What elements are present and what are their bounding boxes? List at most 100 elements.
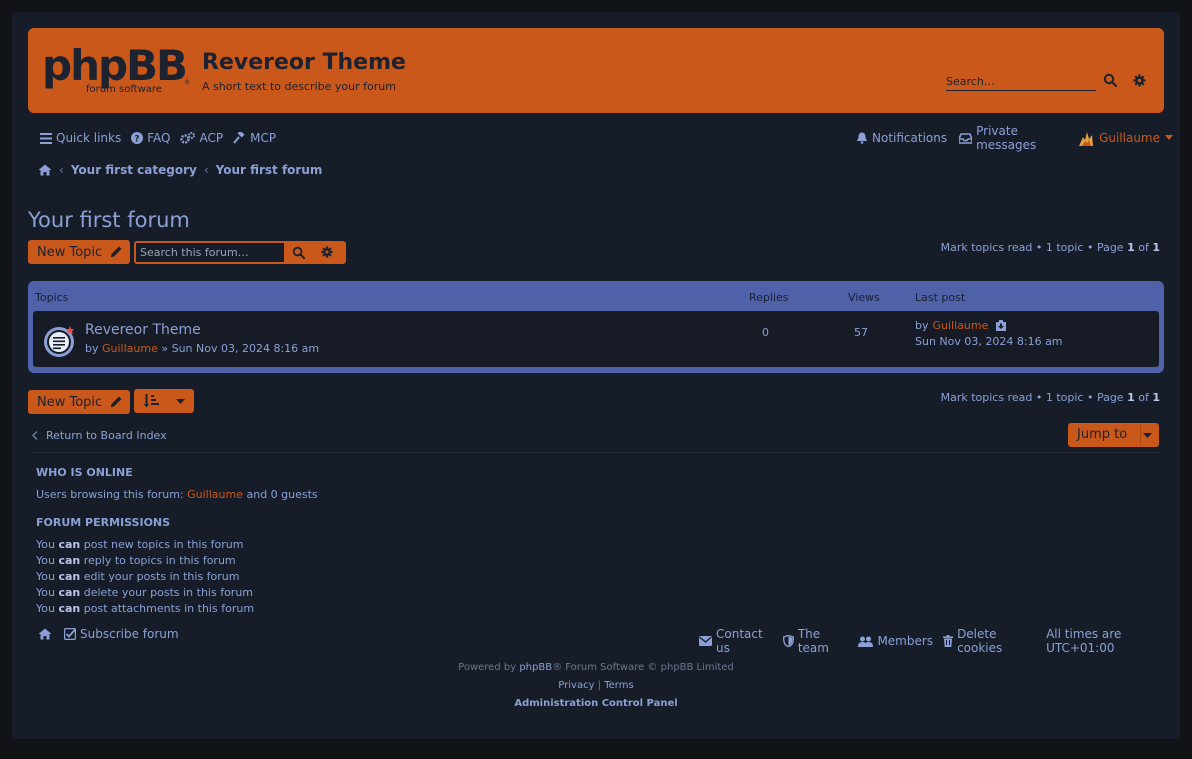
notifications-label: Notifications bbox=[872, 131, 948, 145]
contact-us-link[interactable]: Contact us bbox=[699, 627, 773, 655]
pagination-top: Mark topics read • 1 topic • Page 1 of 1 bbox=[940, 241, 1160, 254]
home-icon[interactable] bbox=[38, 164, 52, 176]
new-topic-label: New Topic bbox=[37, 244, 103, 260]
acp-link[interactable]: ACP bbox=[180, 131, 223, 145]
breadcrumb-category[interactable]: Your first category bbox=[71, 163, 197, 177]
site-title[interactable]: Revereor Theme bbox=[202, 50, 406, 75]
topic-date: Sun Nov 03, 2024 8:16 am bbox=[171, 342, 320, 355]
raquo: » bbox=[161, 342, 169, 355]
header-last-post: Last post bbox=[915, 291, 966, 304]
permission-item: You can edit your posts in this forum bbox=[36, 570, 240, 583]
notifications-link[interactable]: Notifications bbox=[856, 131, 947, 145]
svg-text:®: ® bbox=[184, 79, 190, 86]
acp-label: ACP bbox=[199, 131, 224, 145]
mcp-label: MCP bbox=[250, 131, 277, 145]
shield-icon bbox=[782, 635, 794, 647]
permission-item: You can delete your posts in this forum bbox=[36, 586, 253, 599]
terms-link[interactable]: Terms bbox=[604, 680, 633, 691]
timezone-abbr: UTC+01:00 bbox=[1046, 641, 1115, 655]
return-label: Return to Board Index bbox=[46, 429, 167, 442]
footer-nav-right: Contact us The team Members Delete cooki… bbox=[699, 627, 1180, 655]
page-of: of bbox=[1138, 241, 1149, 254]
question-circle-icon: ? bbox=[131, 132, 144, 144]
last-post-author-link[interactable]: Guillaume bbox=[933, 319, 989, 332]
pencil-icon bbox=[110, 246, 122, 258]
sort-amount-icon bbox=[144, 394, 160, 408]
gear-icon bbox=[321, 246, 333, 258]
private-messages-link[interactable]: Private messages bbox=[959, 124, 1065, 152]
total-pages: 1 bbox=[1152, 241, 1160, 254]
divider bbox=[32, 452, 1160, 453]
phpbb-link[interactable]: phpBB bbox=[519, 662, 552, 673]
quick-links-menu[interactable]: Quick links bbox=[40, 131, 121, 145]
times-label: All times are bbox=[1046, 627, 1122, 641]
private-messages-label: Private messages bbox=[976, 124, 1037, 152]
administration-control-panel-link[interactable]: Administration Control Panel bbox=[514, 698, 677, 709]
return-to-index-link[interactable]: Return to Board Index bbox=[32, 429, 167, 442]
envelope-icon bbox=[699, 636, 712, 646]
new-topic-button[interactable]: New Topic bbox=[28, 240, 130, 264]
permission-item: You can post new topics in this forum bbox=[36, 538, 244, 551]
new-topic-button-bottom[interactable]: New Topic bbox=[28, 390, 130, 414]
home-icon[interactable] bbox=[38, 628, 52, 640]
cogs-icon bbox=[180, 132, 196, 144]
pagination-bottom: Mark topics read • 1 topic • Page 1 of 1 bbox=[940, 391, 1160, 404]
can-label: can bbox=[58, 586, 81, 599]
mark-topics-read-link[interactable]: Mark topics read bbox=[941, 241, 1033, 254]
faq-link[interactable]: ? FAQ bbox=[131, 131, 170, 145]
the-team-link[interactable]: The team bbox=[782, 627, 849, 655]
acp-footer: Administration Control Panel bbox=[12, 698, 1180, 709]
search-icon bbox=[1103, 73, 1117, 87]
online-user-link[interactable]: Guillaume bbox=[187, 488, 243, 501]
mark-topics-read-link[interactable]: Mark topics read bbox=[941, 391, 1033, 404]
subscribe-forum-link[interactable]: Subscribe forum bbox=[64, 627, 179, 641]
pipe-separator: | bbox=[597, 680, 602, 691]
pencil-icon bbox=[110, 396, 122, 408]
topic-author-link[interactable]: Guillaume bbox=[102, 342, 158, 355]
gear-icon bbox=[1132, 73, 1146, 87]
members-link[interactable]: Members bbox=[858, 634, 933, 648]
topic-title-link[interactable]: Revereor Theme bbox=[85, 322, 201, 338]
forum-advanced-search-button[interactable] bbox=[321, 246, 333, 258]
caret-down-icon bbox=[1143, 433, 1152, 438]
divider bbox=[1140, 425, 1141, 445]
can-label: can bbox=[58, 554, 81, 567]
current-page: 1 bbox=[1127, 391, 1135, 404]
page-wrapper: phpBB forum software ® Revereor Theme A … bbox=[12, 12, 1180, 739]
breadcrumb-separator: ‹ bbox=[203, 163, 209, 177]
header-search-button[interactable] bbox=[1101, 71, 1119, 89]
mcp-link[interactable]: MCP bbox=[233, 131, 276, 145]
page-label: Page bbox=[1096, 391, 1124, 404]
delete-cookies-link[interactable]: Delete cookies bbox=[943, 627, 1036, 655]
page-title[interactable]: Your first forum bbox=[28, 208, 190, 232]
topic-count: 1 topic bbox=[1045, 241, 1084, 254]
page-label: Page bbox=[1096, 241, 1124, 254]
permission-text: delete your posts in this forum bbox=[83, 586, 254, 599]
username-label: Guillaume bbox=[1099, 131, 1160, 145]
user-menu[interactable]: Guillaume bbox=[1077, 129, 1174, 147]
check-square-icon bbox=[64, 628, 76, 640]
legal-links: Privacy | Terms bbox=[12, 680, 1180, 691]
phpbb-logo[interactable]: phpBB forum software ® bbox=[42, 42, 192, 96]
view-latest-post-icon[interactable] bbox=[996, 320, 1007, 331]
last-post-by-label: by bbox=[915, 319, 929, 332]
sort-options-button[interactable] bbox=[134, 389, 194, 413]
nav-left: Quick links ? FAQ ACP MCP bbox=[40, 130, 282, 146]
forum-search-button[interactable] bbox=[292, 246, 305, 259]
breadcrumb-forum[interactable]: Your first forum bbox=[216, 163, 323, 177]
timezone-info: All times are UTC+01:00 bbox=[1046, 627, 1180, 655]
forum-search-input[interactable] bbox=[136, 243, 284, 262]
privacy-link[interactable]: Privacy bbox=[558, 680, 594, 691]
current-page: 1 bbox=[1127, 241, 1135, 254]
you-label: You bbox=[36, 570, 55, 583]
header-search-input[interactable] bbox=[946, 73, 1096, 90]
you-label: You bbox=[36, 554, 55, 567]
advanced-search-button[interactable] bbox=[1130, 71, 1148, 89]
topic-count: 1 topic bbox=[1045, 391, 1084, 404]
who-is-online-heading[interactable]: WHO IS ONLINE bbox=[36, 466, 133, 479]
can-label: can bbox=[58, 570, 81, 583]
last-post-info: by Guillaume bbox=[915, 319, 1007, 332]
page-of: of bbox=[1138, 391, 1149, 404]
caret-down-icon bbox=[176, 399, 185, 404]
jump-to-button[interactable]: Jump to bbox=[1068, 423, 1159, 447]
